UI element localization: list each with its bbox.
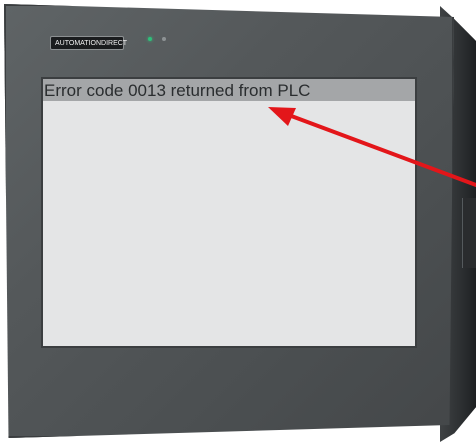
hmi-screen[interactable]: Error code 0013 returned from PLC <box>41 77 417 348</box>
brand-badge: AUTOMATIONDIRECT <box>50 36 128 50</box>
error-message-bar: Error code 0013 returned from PLC <box>43 79 415 101</box>
hmi-side-connector <box>462 198 476 268</box>
run-led <box>148 37 152 41</box>
status-led <box>162 37 166 41</box>
brand-name: AUTOMATIONDIRECT <box>55 39 128 47</box>
hmi-photo: AUTOMATIONDIRECT Error code 0013 returne… <box>0 0 476 442</box>
error-message-text: Error code 0013 returned from PLC <box>44 80 311 100</box>
